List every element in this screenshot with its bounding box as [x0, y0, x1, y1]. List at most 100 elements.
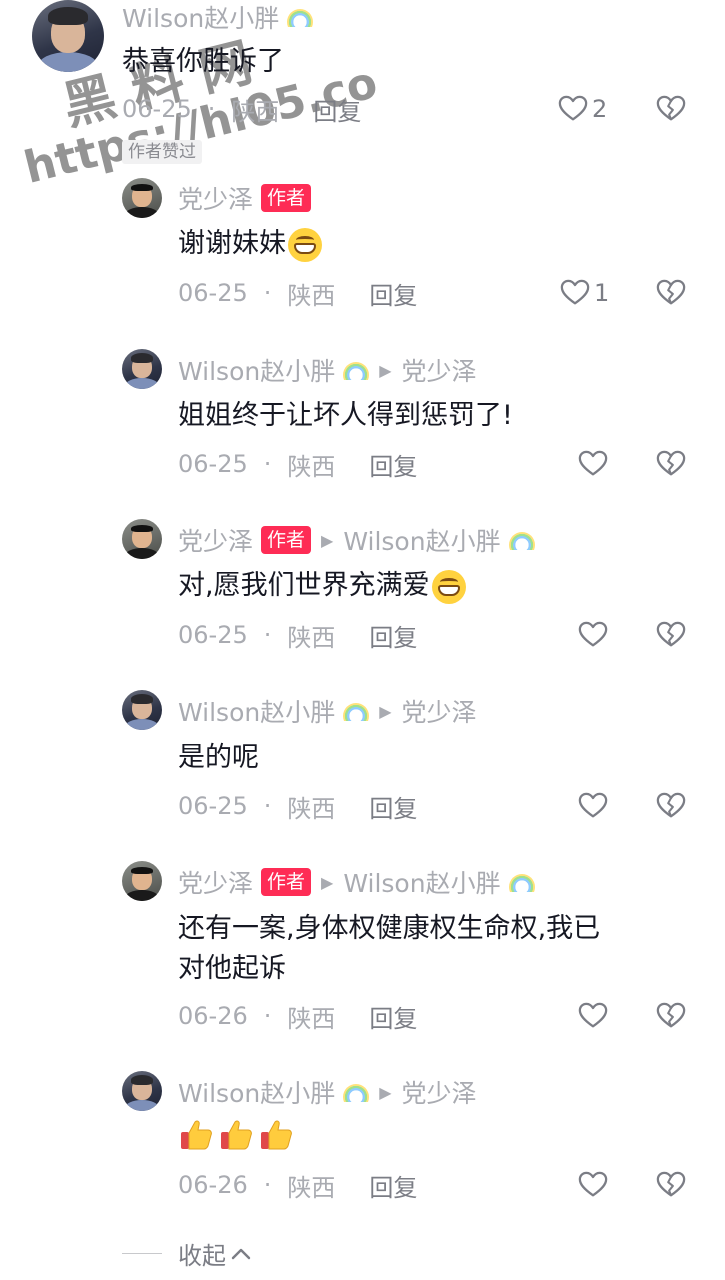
divider — [122, 1253, 162, 1254]
heart-broken-icon[interactable] — [656, 94, 686, 124]
reply-location: 陕西 — [287, 281, 336, 310]
separator: · — [263, 792, 272, 820]
rainbow-emoji-icon — [343, 360, 370, 380]
reply-button[interactable]: 回复 — [369, 1168, 417, 1203]
reply-to-username[interactable]: 党少泽 — [402, 1074, 477, 1110]
reply-text[interactable]: 是的呢 — [178, 738, 259, 778]
heart-outline-icon — [558, 94, 588, 124]
thumbs-up-emoji-icon — [258, 1117, 294, 1153]
rainbow-emoji-icon — [508, 872, 535, 892]
reply-arrow-icon: ▶ — [379, 360, 392, 380]
reply-text[interactable]: 还有一案,身体权健康权生命权,我已 对他起诉 — [178, 909, 600, 989]
reply-arrow-icon: ▶ — [379, 1082, 392, 1102]
separator: · — [263, 621, 272, 649]
heart-broken-icon[interactable] — [656, 791, 686, 821]
reply-meta: 06-25 · 陕西 回复 — [178, 276, 417, 310]
like-count: 2 — [592, 95, 608, 123]
heart-outline-icon[interactable] — [578, 620, 608, 650]
reply-header: Wilson赵小胖 ▶ 党少泽 — [178, 694, 477, 728]
thumbs-up-emoji-icon — [178, 1117, 214, 1153]
heart-broken-icon[interactable] — [656, 620, 686, 650]
reply-location: 陕西 — [287, 1173, 336, 1202]
username[interactable]: 党少泽 — [178, 180, 253, 216]
reply-button[interactable]: 回复 — [369, 618, 417, 653]
chevron-up-icon — [231, 1248, 251, 1259]
reply-text-line: 还有一案,身体权健康权生命权,我已 — [178, 913, 601, 944]
rainbow-emoji-icon — [287, 7, 314, 27]
separator: · — [263, 450, 272, 478]
comment-username[interactable]: Wilson赵小胖 — [122, 0, 314, 35]
reply-text-content: 对,愿我们世界充满爱 — [178, 570, 430, 601]
username[interactable]: Wilson赵小胖 — [122, 0, 279, 35]
rainbow-emoji-icon — [508, 530, 535, 550]
heart-outline-icon[interactable] — [578, 1001, 608, 1031]
heart-broken-icon[interactable] — [656, 449, 686, 479]
reply-to-username[interactable]: Wilson赵小胖 — [343, 864, 500, 900]
reply-date: 06-25 — [178, 792, 248, 820]
username[interactable]: Wilson赵小胖 — [178, 1074, 335, 1110]
reply-text[interactable]: 谢谢妹妹 — [178, 224, 322, 264]
reply-to-username[interactable]: 党少泽 — [402, 693, 477, 729]
username[interactable]: 党少泽 — [178, 864, 253, 900]
heart-outline-icon — [560, 278, 590, 308]
thumbs-up-emoji-icon — [218, 1117, 254, 1153]
separator: · — [263, 279, 272, 307]
like-button[interactable]: 1 — [560, 276, 609, 310]
author-tag: 作者 — [261, 184, 312, 212]
reply-meta: 06-25 · 陕西 回复 — [178, 789, 417, 823]
reply-header: 党少泽 作者 ▶ Wilson赵小胖 — [178, 865, 535, 899]
reply-button[interactable]: 回复 — [313, 92, 361, 127]
reply-text-content: 谢谢妹妹 — [178, 228, 286, 259]
reply-text[interactable]: 姐姐终于让坏人得到惩罚了! — [178, 396, 513, 436]
grinning-emoji-icon — [431, 569, 466, 604]
avatar[interactable] — [122, 178, 162, 218]
reply-button[interactable]: 回复 — [369, 999, 417, 1034]
like-count: 1 — [594, 279, 610, 307]
collapse-replies-button[interactable]: 收起 — [122, 1236, 252, 1271]
reply-location: 陕西 — [287, 452, 336, 481]
avatar[interactable] — [122, 519, 162, 559]
collapse-label: 收起 — [178, 1242, 226, 1270]
heart-broken-icon[interactable] — [656, 1001, 686, 1031]
rainbow-emoji-icon — [343, 701, 370, 721]
author-tag: 作者 — [261, 526, 312, 554]
author-tag: 作者 — [261, 868, 312, 896]
reply-emoji-text[interactable] — [178, 1117, 294, 1153]
reply-to-username[interactable]: Wilson赵小胖 — [343, 522, 500, 558]
reply-button[interactable]: 回复 — [369, 276, 417, 311]
avatar[interactable] — [32, 0, 104, 72]
reply-location: 陕西 — [287, 794, 336, 823]
separator: · — [263, 1002, 272, 1030]
heart-broken-icon[interactable] — [656, 278, 686, 308]
avatar[interactable] — [122, 1071, 162, 1111]
heart-outline-icon[interactable] — [578, 791, 608, 821]
heart-outline-icon[interactable] — [578, 449, 608, 479]
heart-broken-icon[interactable] — [656, 1170, 686, 1200]
reply-header: Wilson赵小胖 ▶ 党少泽 — [178, 353, 477, 387]
reply-header: 党少泽 作者 — [178, 180, 312, 216]
avatar[interactable] — [122, 690, 162, 730]
reply-to-username[interactable]: 党少泽 — [402, 352, 477, 388]
heart-outline-icon[interactable] — [578, 1170, 608, 1200]
like-button[interactable]: 2 — [558, 92, 607, 126]
reply-arrow-icon: ▶ — [379, 701, 392, 721]
reply-text[interactable]: 对,愿我们世界充满爱 — [178, 566, 466, 606]
avatar[interactable] — [122, 349, 162, 389]
reply-arrow-icon: ▶ — [321, 530, 334, 550]
separator: · — [207, 95, 216, 123]
reply-date: 06-26 — [178, 1171, 248, 1199]
reply-meta: 06-25 · 陕西 回复 — [178, 447, 417, 481]
avatar[interactable] — [122, 861, 162, 901]
comment-date: 06-25 — [122, 95, 192, 123]
reply-button[interactable]: 回复 — [369, 447, 417, 482]
username[interactable]: 党少泽 — [178, 522, 253, 558]
reply-header: 党少泽 作者 ▶ Wilson赵小胖 — [178, 523, 535, 557]
comment-text[interactable]: 恭喜你胜诉了 — [122, 42, 284, 82]
reply-date: 06-25 — [178, 450, 248, 478]
reply-meta: 06-26 · 陕西 回复 — [178, 999, 417, 1033]
username[interactable]: Wilson赵小胖 — [178, 352, 335, 388]
username[interactable]: Wilson赵小胖 — [178, 693, 335, 729]
reply-button[interactable]: 回复 — [369, 789, 417, 824]
separator: · — [263, 1171, 272, 1199]
rainbow-emoji-icon — [343, 1082, 370, 1102]
